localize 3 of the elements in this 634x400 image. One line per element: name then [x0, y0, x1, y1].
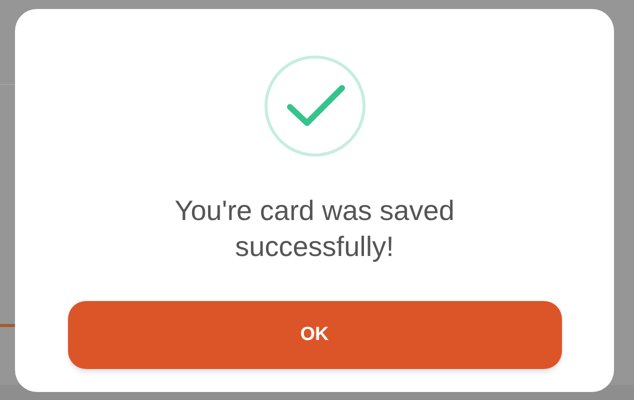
ok-button[interactable]: OK	[68, 301, 562, 369]
checkmark-icon	[264, 55, 366, 157]
success-message: You're card was saved successfully!	[174, 194, 456, 264]
